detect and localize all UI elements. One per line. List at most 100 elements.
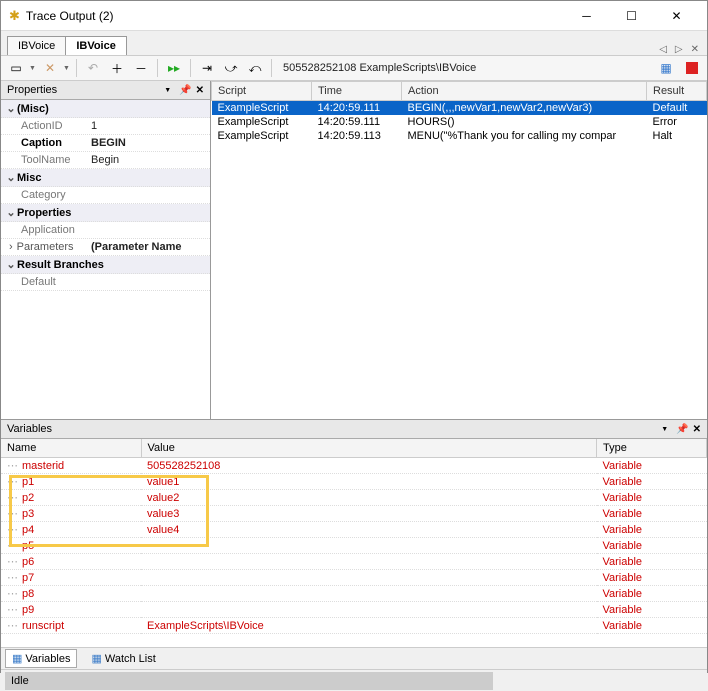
prop-row[interactable]: Default [1,274,210,291]
chevron-down-icon: ⌄ [5,102,17,115]
variable-row[interactable]: p7Variable [1,570,707,586]
properties-grid: ⌄(Misc) ActionID1 CaptionBEGIN ToolNameB… [1,100,210,419]
run-button[interactable]: ▸▸ [163,58,185,78]
app-icon: ✱ [9,8,20,24]
step-out-button[interactable]: ⤺ [244,58,266,78]
variable-row[interactable]: p1value1Variable [1,474,707,490]
panel-close-icon[interactable]: ✕ [693,424,701,435]
grid-view-button[interactable]: ▦ [655,58,677,78]
toolbar: ▭▼ ✕▼ ↶ ＋ － ▸▸ ⇥ ⤻ ⤺ 505528252108 Exampl… [1,55,707,81]
doc-tab[interactable]: IBVoice [7,36,66,55]
var-name: p8 [1,586,141,602]
var-value: ExampleScripts\IBVoice [141,618,597,634]
tab-next-icon[interactable]: ▷ [673,44,685,55]
prop-row[interactable]: Application [1,222,210,239]
var-value [141,538,597,554]
var-type: Variable [597,586,707,602]
pin-icon[interactable]: 📌 [179,85,191,96]
prop-row[interactable]: ToolNameBegin [1,152,210,169]
variables-panel: Variables ▼ 📌 ✕ Name Value Type masterid… [1,419,707,647]
var-name: p1 [1,474,141,490]
var-value [141,586,597,602]
remove-button[interactable]: － [130,58,152,78]
variable-row[interactable]: p3value3Variable [1,506,707,522]
properties-title: Properties [7,84,164,96]
step-in-button[interactable]: ⇥ [196,58,218,78]
var-value: value2 [141,490,597,506]
var-type: Variable [597,554,707,570]
variable-row[interactable]: p8 Variable [1,586,707,602]
col-name[interactable]: Name [1,439,141,458]
trace-row[interactable]: ExampleScript14:20:59.113MENU("%Thank yo… [212,129,707,143]
col-script[interactable]: Script [212,82,312,101]
col-value[interactable]: Value [141,439,597,458]
panel-close-icon[interactable]: ✕ [196,85,204,96]
add-button[interactable]: ＋ [106,58,128,78]
variable-row[interactable]: masterid505528252108Variable [1,458,707,474]
variable-row[interactable]: p5Variable [1,538,707,554]
tab-nav: ◁ ▷ ✕ [657,44,701,55]
variable-row[interactable]: p2value2Variable [1,490,707,506]
col-action[interactable]: Action [402,82,647,101]
var-name: runscript [1,618,141,634]
var-name: p2 [1,490,141,506]
tab-prev-icon[interactable]: ◁ [657,44,669,55]
stop-button[interactable] [681,58,703,78]
chevron-down-icon: ⌄ [5,206,17,219]
var-type: Variable [597,474,707,490]
prop-row[interactable]: ›Parameters(Parameter Name [1,239,210,256]
chevron-right-icon: › [9,241,13,253]
variable-row[interactable]: p6Variable [1,554,707,570]
close-button[interactable]: ✕ [654,2,699,30]
var-name: p5 [1,538,141,554]
prop-category[interactable]: ⌄(Misc) [1,100,210,118]
dropdown-icon[interactable]: ▼ [164,87,171,94]
minimize-button[interactable]: ─ [564,2,609,30]
dropdown-icon[interactable]: ▼ [661,426,668,433]
var-type: Variable [597,618,707,634]
col-type[interactable]: Type [597,439,707,458]
var-value: value1 [141,474,597,490]
var-value [141,570,597,586]
variable-row[interactable]: runscriptExampleScripts\IBVoiceVariable [1,618,707,634]
var-type: Variable [597,570,707,586]
variable-row[interactable]: p4value4Variable [1,522,707,538]
pin-icon[interactable]: 📌 [676,424,688,435]
dropdown-icon[interactable]: ▼ [29,65,37,72]
var-type: Variable [597,458,707,474]
prop-row[interactable]: CaptionBEGIN [1,135,210,152]
dropdown-icon[interactable]: ▼ [63,65,71,72]
var-type: Variable [597,490,707,506]
undo-button[interactable]: ↶ [82,58,104,78]
prop-category[interactable]: ⌄Misc [1,169,210,187]
window-layout-button[interactable]: ▭ [5,58,27,78]
properties-panel: Properties ▼ 📌 ✕ ⌄(Misc) ActionID1 Capti… [1,81,211,419]
bottom-tab-watchlist[interactable]: ▦Watch List [85,650,161,667]
trace-table: Script Time Action Result ExampleScript1… [211,81,707,419]
prop-category[interactable]: ⌄Properties [1,204,210,222]
variable-row[interactable]: p9Variable [1,602,707,618]
col-result[interactable]: Result [647,82,707,101]
variables-grid: Name Value Type masterid505528252108Vari… [1,439,707,647]
bottom-tab-variables[interactable]: ▦Variables [5,649,77,668]
variables-header: Variables ▼ 📌 ✕ [1,420,707,439]
bottom-tabs: ▦Variables ▦Watch List [1,647,707,669]
var-value: value3 [141,506,597,522]
doc-tab-active[interactable]: IBVoice [65,36,127,55]
col-time[interactable]: Time [312,82,402,101]
document-tabs: IBVoice IBVoice ◁ ▷ ✕ [1,31,707,55]
maximize-button[interactable]: ☐ [609,2,654,30]
tools-button[interactable]: ✕ [39,58,61,78]
titlebar: ✱ Trace Output (2) ─ ☐ ✕ [1,1,707,31]
prop-category[interactable]: ⌄Result Branches [1,256,210,274]
vars-header-row: Name Value Type [1,439,707,458]
tab-close-icon[interactable]: ✕ [689,44,701,55]
step-over-button[interactable]: ⤻ [220,58,242,78]
trace-row[interactable]: ExampleScript14:20:59.111HOURS()Error [212,115,707,129]
prop-row[interactable]: Category [1,187,210,204]
chevron-down-icon: ⌄ [5,171,17,184]
trace-row[interactable]: ExampleScript14:20:59.111BEGIN(,,,newVar… [212,101,707,116]
var-type: Variable [597,522,707,538]
var-name: p4 [1,522,141,538]
prop-row[interactable]: ActionID1 [1,118,210,135]
